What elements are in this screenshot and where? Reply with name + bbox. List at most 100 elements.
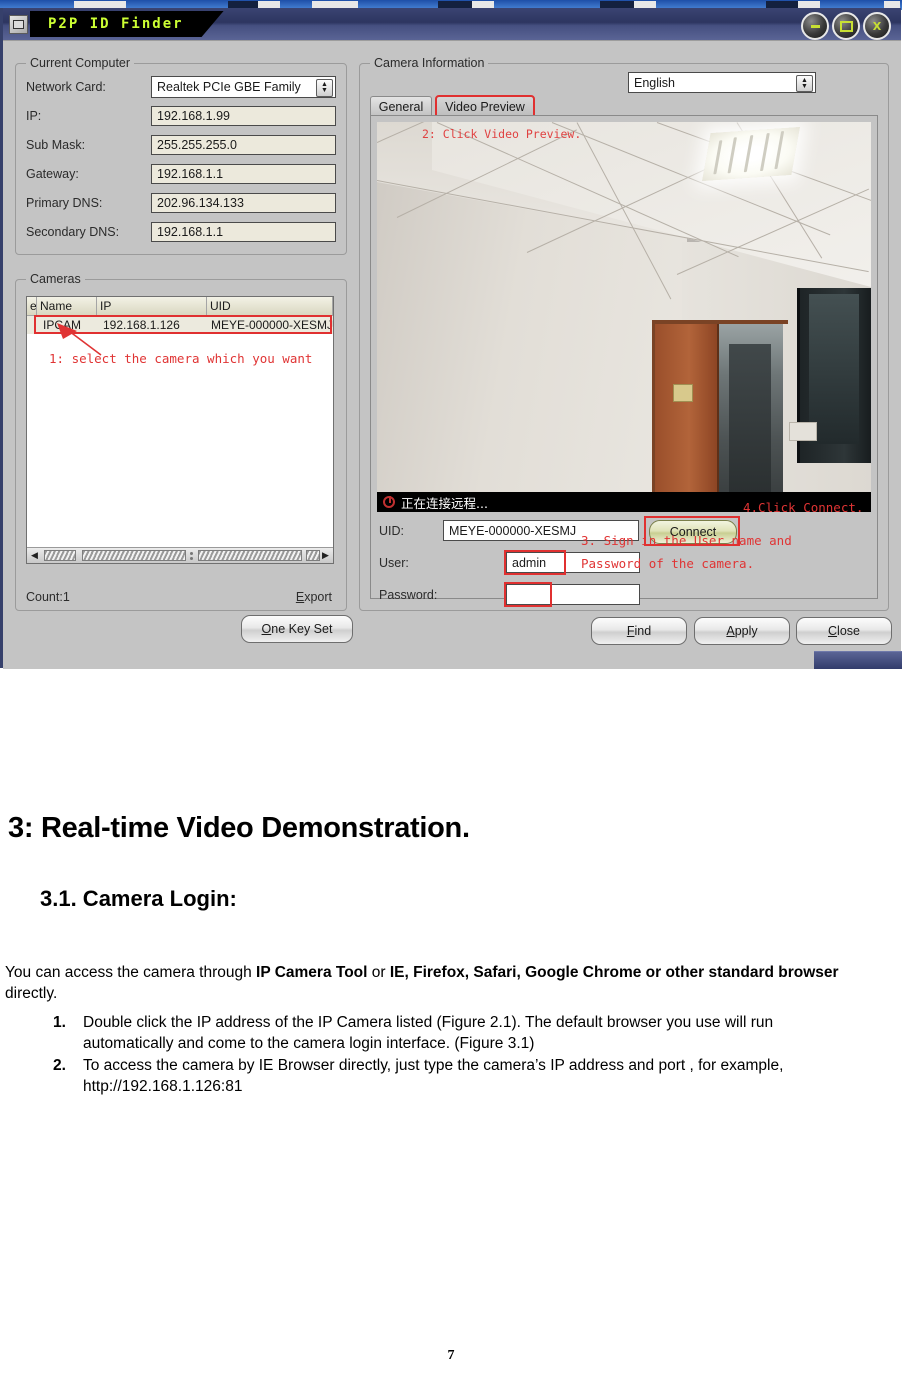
intro-text-3: directly. bbox=[5, 985, 58, 1002]
cell-name: IPCAM bbox=[43, 318, 82, 332]
intro-text-1: You can access the camera through bbox=[5, 964, 257, 981]
primary-dns-field[interactable]: 202.96.134.133 bbox=[151, 193, 336, 213]
apply-button[interactable]: Apply bbox=[694, 617, 790, 645]
ip-field[interactable]: 192.168.1.99 bbox=[151, 106, 336, 126]
window-buttons: X bbox=[801, 12, 891, 40]
network-card-value: Realtek PCIe GBE Family bbox=[157, 80, 301, 94]
video-preview-image[interactable]: 2: Click Video Preview. to preview. bbox=[377, 122, 871, 492]
intro-bold-2: IE, Firefox, Safari, Google Chrome or ot… bbox=[389, 964, 839, 981]
network-card-select[interactable]: Realtek PCIe GBE Family ▲ ▼ bbox=[151, 76, 336, 98]
window-title: P2P ID Finder bbox=[48, 16, 184, 32]
annotation-1-tail: to preview. bbox=[377, 368, 379, 382]
annotation-3-line1: 3. Sign in the User name and bbox=[581, 533, 792, 548]
intro-text-2: or bbox=[367, 964, 390, 981]
annotation-1: 1: select the camera which you want bbox=[49, 351, 313, 366]
close-dialog-button[interactable]: Close bbox=[796, 617, 892, 645]
find-button[interactable]: Find bbox=[591, 617, 687, 645]
close-button[interactable]: X bbox=[863, 12, 891, 40]
find-label: Find bbox=[626, 624, 652, 638]
primary-dns-value: 202.96.134.133 bbox=[157, 196, 244, 210]
minimize-button[interactable] bbox=[801, 12, 829, 40]
label-sub-mask: Sub Mask: bbox=[26, 138, 86, 152]
current-computer-title: Current Computer bbox=[26, 56, 135, 70]
list-item-text: Double click the IP address of the IP Ca… bbox=[83, 1014, 774, 1052]
column-header-name[interactable]: Name bbox=[37, 297, 97, 315]
one-key-set-label: One Key Set bbox=[261, 622, 333, 636]
scroll-left-icon[interactable]: ◀ bbox=[27, 549, 42, 563]
column-header-partial[interactable]: e bbox=[27, 297, 37, 315]
application-icon bbox=[9, 15, 28, 34]
secondary-dns-field[interactable]: 192.168.1.1 bbox=[151, 222, 336, 242]
camera-count-label: Count:1 bbox=[26, 590, 70, 604]
list-item-number: 2. bbox=[53, 1057, 66, 1074]
camera-list-hscrollbar[interactable]: ◀ ▶ bbox=[27, 547, 333, 563]
title-plate: P2P ID Finder bbox=[30, 11, 224, 37]
column-header-uid[interactable]: UID bbox=[207, 297, 333, 315]
label-password: Password: bbox=[379, 588, 438, 602]
chevron-updown-icon[interactable]: ▲ ▼ bbox=[796, 75, 813, 92]
label-gateway: Gateway: bbox=[26, 167, 79, 181]
close-label: Close bbox=[828, 624, 860, 638]
annotation-3-line2: Password of the camera. bbox=[581, 556, 755, 571]
cameras-title: Cameras bbox=[26, 272, 85, 286]
list-item: 2. To access the camera by IE Browser di… bbox=[5, 1055, 865, 1097]
wall-outlet bbox=[789, 422, 817, 441]
cameras-group: Cameras e Name IP UID IPCAM 192.168.1.12… bbox=[15, 272, 347, 611]
current-computer-group: Current Computer Network Card: IP: Sub M… bbox=[15, 56, 347, 255]
instruction-list: 1. Double click the IP address of the IP… bbox=[5, 1012, 865, 1098]
taskbar-fragment bbox=[814, 651, 902, 669]
list-item-number: 1. bbox=[53, 1014, 66, 1031]
scroll-track[interactable] bbox=[42, 549, 320, 562]
one-key-set-button[interactable]: One Key Set bbox=[241, 615, 353, 643]
scroll-right-icon[interactable]: ▶ bbox=[318, 549, 333, 563]
sub-mask-value: 255.255.255.0 bbox=[157, 138, 237, 152]
tab-video-preview[interactable]: Video Preview bbox=[435, 95, 535, 117]
chevron-updown-icon[interactable]: ▲ ▼ bbox=[316, 79, 333, 97]
apply-label: Apply bbox=[726, 624, 758, 638]
cell-ip: 192.168.1.126 bbox=[103, 318, 180, 332]
intro-paragraph: You can access the camera through IP Cam… bbox=[5, 962, 850, 1004]
column-header-ip[interactable]: IP bbox=[97, 297, 207, 315]
secondary-dns-value: 192.168.1.1 bbox=[157, 225, 224, 239]
door-sign bbox=[673, 384, 693, 402]
ip-value: 192.168.1.99 bbox=[157, 109, 230, 123]
user-value: admin bbox=[512, 555, 547, 570]
video-status-text: 正在连接远程... bbox=[401, 495, 488, 511]
uid-value: MEYE-000000-XESMJ bbox=[449, 523, 577, 538]
annotation-4: 4.Click Connect. bbox=[743, 500, 864, 515]
heading-section-3: 3: Real-time Video Demonstration. bbox=[8, 812, 470, 844]
intro-bold-1: IP Camera Tool bbox=[256, 964, 368, 981]
label-network-card: Network Card: bbox=[26, 80, 106, 94]
screenshot-figure: P2P ID Finder X Current Computer Network… bbox=[0, 0, 902, 680]
label-primary-dns: Primary DNS: bbox=[26, 196, 103, 210]
table-row[interactable]: IPCAM 192.168.1.126 MEYE-000000-XESMJ bbox=[27, 316, 333, 334]
annotation-2: 2: Click Video Preview. bbox=[422, 127, 582, 141]
sub-mask-field[interactable]: 255.255.255.0 bbox=[151, 135, 336, 155]
video-preview-panel: 2: Click Video Preview. to preview. 正在连接… bbox=[370, 115, 878, 607]
wooden-door bbox=[655, 324, 719, 492]
page-number: 7 bbox=[447, 1348, 455, 1363]
label-uid: UID: bbox=[379, 524, 404, 538]
list-item-text: To access the camera by IE Browser direc… bbox=[83, 1057, 784, 1095]
camera-list[interactable]: e Name IP UID IPCAM 192.168.1.126 MEYE-0… bbox=[26, 296, 334, 564]
label-secondary-dns: Secondary DNS: bbox=[26, 225, 120, 239]
maximize-button[interactable] bbox=[832, 12, 860, 40]
label-user: User: bbox=[379, 556, 409, 570]
camera-info-tabs: General Video Preview bbox=[370, 95, 878, 117]
camera-information-group: Camera Information English ▲ ▼ General Vi… bbox=[359, 56, 889, 611]
ceiling-light bbox=[702, 126, 800, 182]
language-select[interactable]: English ▲ ▼ bbox=[628, 72, 816, 93]
power-icon bbox=[383, 496, 395, 508]
heading-section-3-1: 3.1. Camera Login: bbox=[40, 886, 237, 911]
p2p-id-finder-window: P2P ID Finder X Current Computer Network… bbox=[0, 8, 901, 669]
label-ip: IP: bbox=[26, 109, 42, 123]
export-link[interactable]: Export bbox=[296, 590, 332, 604]
window-titlebar[interactable]: P2P ID Finder X bbox=[3, 8, 901, 40]
list-item: 1. Double click the IP address of the IP… bbox=[5, 1012, 865, 1054]
tab-general[interactable]: General bbox=[370, 96, 432, 116]
gateway-field[interactable]: 192.168.1.1 bbox=[151, 164, 336, 184]
cell-uid: MEYE-000000-XESMJ bbox=[211, 318, 333, 332]
password-field[interactable] bbox=[506, 584, 640, 605]
language-value: English bbox=[634, 75, 675, 90]
gateway-value: 192.168.1.1 bbox=[157, 167, 224, 181]
